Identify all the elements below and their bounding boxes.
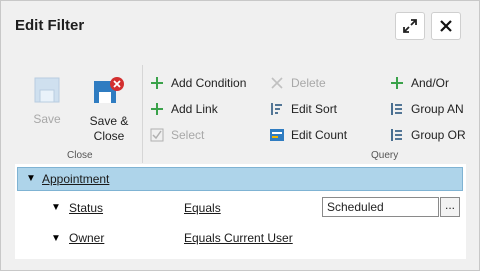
edit-count-label: Edit Count — [291, 128, 348, 142]
title-bar: Edit Filter — [1, 1, 479, 51]
dialog-title: Edit Filter — [15, 17, 85, 34]
ribbon: Save Save & Close Close Add Condition Ad… — [1, 59, 479, 163]
condition-operator-link[interactable]: Equals — [184, 201, 221, 215]
edit-count-button[interactable]: Edit Count — [269, 125, 347, 145]
group-and-label: Group AN — [411, 102, 464, 116]
delete-x-icon — [269, 75, 285, 91]
edit-filter-dialog: Edit Filter Save Save & Close Close Add … — [0, 0, 480, 271]
group-and-button[interactable]: Group AN — [389, 99, 464, 119]
root-entity-link[interactable]: Appointment — [42, 172, 109, 186]
save-close-button[interactable]: Save & Close — [83, 75, 135, 144]
plus-icon — [389, 75, 405, 91]
root-entity-row[interactable]: ▼ Appointment — [17, 167, 463, 191]
save-close-icon — [94, 77, 124, 103]
save-button[interactable]: Save — [21, 75, 73, 127]
group-or-label: Group OR — [411, 128, 466, 142]
close-icon — [440, 20, 452, 32]
filter-tree: ▼ Appointment ▼ Status Equals Scheduled … — [15, 164, 466, 259]
condition-field-link[interactable]: Owner — [69, 231, 104, 245]
and-or-label: And/Or — [411, 76, 450, 90]
add-link-label: Add Link — [171, 102, 218, 116]
edit-sort-button[interactable]: Edit Sort — [269, 99, 337, 119]
delete-button[interactable]: Delete — [269, 73, 326, 93]
maximize-icon — [403, 19, 417, 33]
edit-sort-label: Edit Sort — [291, 102, 338, 116]
group-icon — [389, 101, 405, 117]
expand-arrow-icon[interactable]: ▼ — [51, 233, 61, 244]
save-close-label: Save & Close — [89, 114, 129, 143]
select-button[interactable]: Select — [149, 125, 204, 145]
group-separator — [142, 65, 143, 163]
condition-field-link[interactable]: Status — [69, 201, 103, 215]
close-dialog-button[interactable] — [431, 12, 461, 40]
expand-arrow-icon[interactable]: ▼ — [26, 173, 36, 184]
close-group-label: Close — [67, 150, 93, 161]
condition-value-input[interactable]: Scheduled — [322, 197, 439, 217]
count-icon — [269, 127, 285, 143]
maximize-button[interactable] — [395, 12, 425, 40]
group-or-button[interactable]: Group OR — [389, 125, 466, 145]
plus-icon — [149, 101, 165, 117]
expand-arrow-icon[interactable]: ▼ — [51, 202, 61, 213]
add-condition-button[interactable]: Add Condition — [149, 73, 246, 93]
group-icon — [389, 127, 405, 143]
and-or-button[interactable]: And/Or — [389, 73, 449, 93]
value-picker-button[interactable]: ... — [440, 197, 460, 217]
add-link-button[interactable]: Add Link — [149, 99, 218, 119]
condition-operator-link[interactable]: Equals Current User — [184, 231, 293, 245]
save-disk-icon — [34, 77, 60, 103]
select-label: Select — [171, 128, 205, 142]
sort-icon — [269, 101, 285, 117]
add-condition-label: Add Condition — [171, 76, 247, 90]
plus-icon — [149, 75, 165, 91]
query-group-label: Query — [371, 150, 399, 161]
delete-label: Delete — [291, 76, 326, 90]
save-label: Save — [33, 112, 61, 126]
checkbox-icon — [149, 127, 165, 143]
